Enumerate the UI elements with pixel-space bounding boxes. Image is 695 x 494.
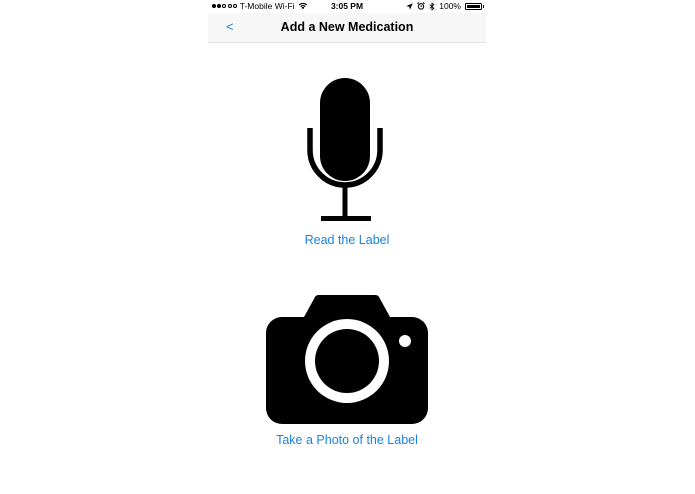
alarm-icon	[417, 2, 426, 10]
read-label-link[interactable]: Read the Label	[208, 233, 486, 247]
camera-icon[interactable]	[266, 295, 428, 425]
read-label-option[interactable]: Read the Label	[208, 78, 486, 247]
status-bar: T-Mobile Wi-Fi 3:05 PM 100%	[208, 0, 486, 13]
bluetooth-icon	[429, 1, 435, 11]
location-arrow-icon	[406, 2, 413, 10]
take-photo-option[interactable]: Take a Photo of the Label	[208, 295, 486, 447]
app-screen: T-Mobile Wi-Fi 3:05 PM 100% < Add a New …	[208, 0, 486, 494]
take-photo-link[interactable]: Take a Photo of the Label	[208, 433, 486, 447]
status-right: 100%	[406, 1, 484, 11]
battery-icon	[465, 2, 484, 10]
page: T-Mobile Wi-Fi 3:05 PM 100% < Add a New …	[0, 0, 695, 494]
battery-percent: 100%	[439, 1, 461, 11]
battery-level	[467, 4, 480, 8]
microphone-icon[interactable]	[307, 78, 387, 223]
navigation-bar: < Add a New Medication	[208, 13, 486, 43]
page-title: Add a New Medication	[280, 20, 414, 34]
